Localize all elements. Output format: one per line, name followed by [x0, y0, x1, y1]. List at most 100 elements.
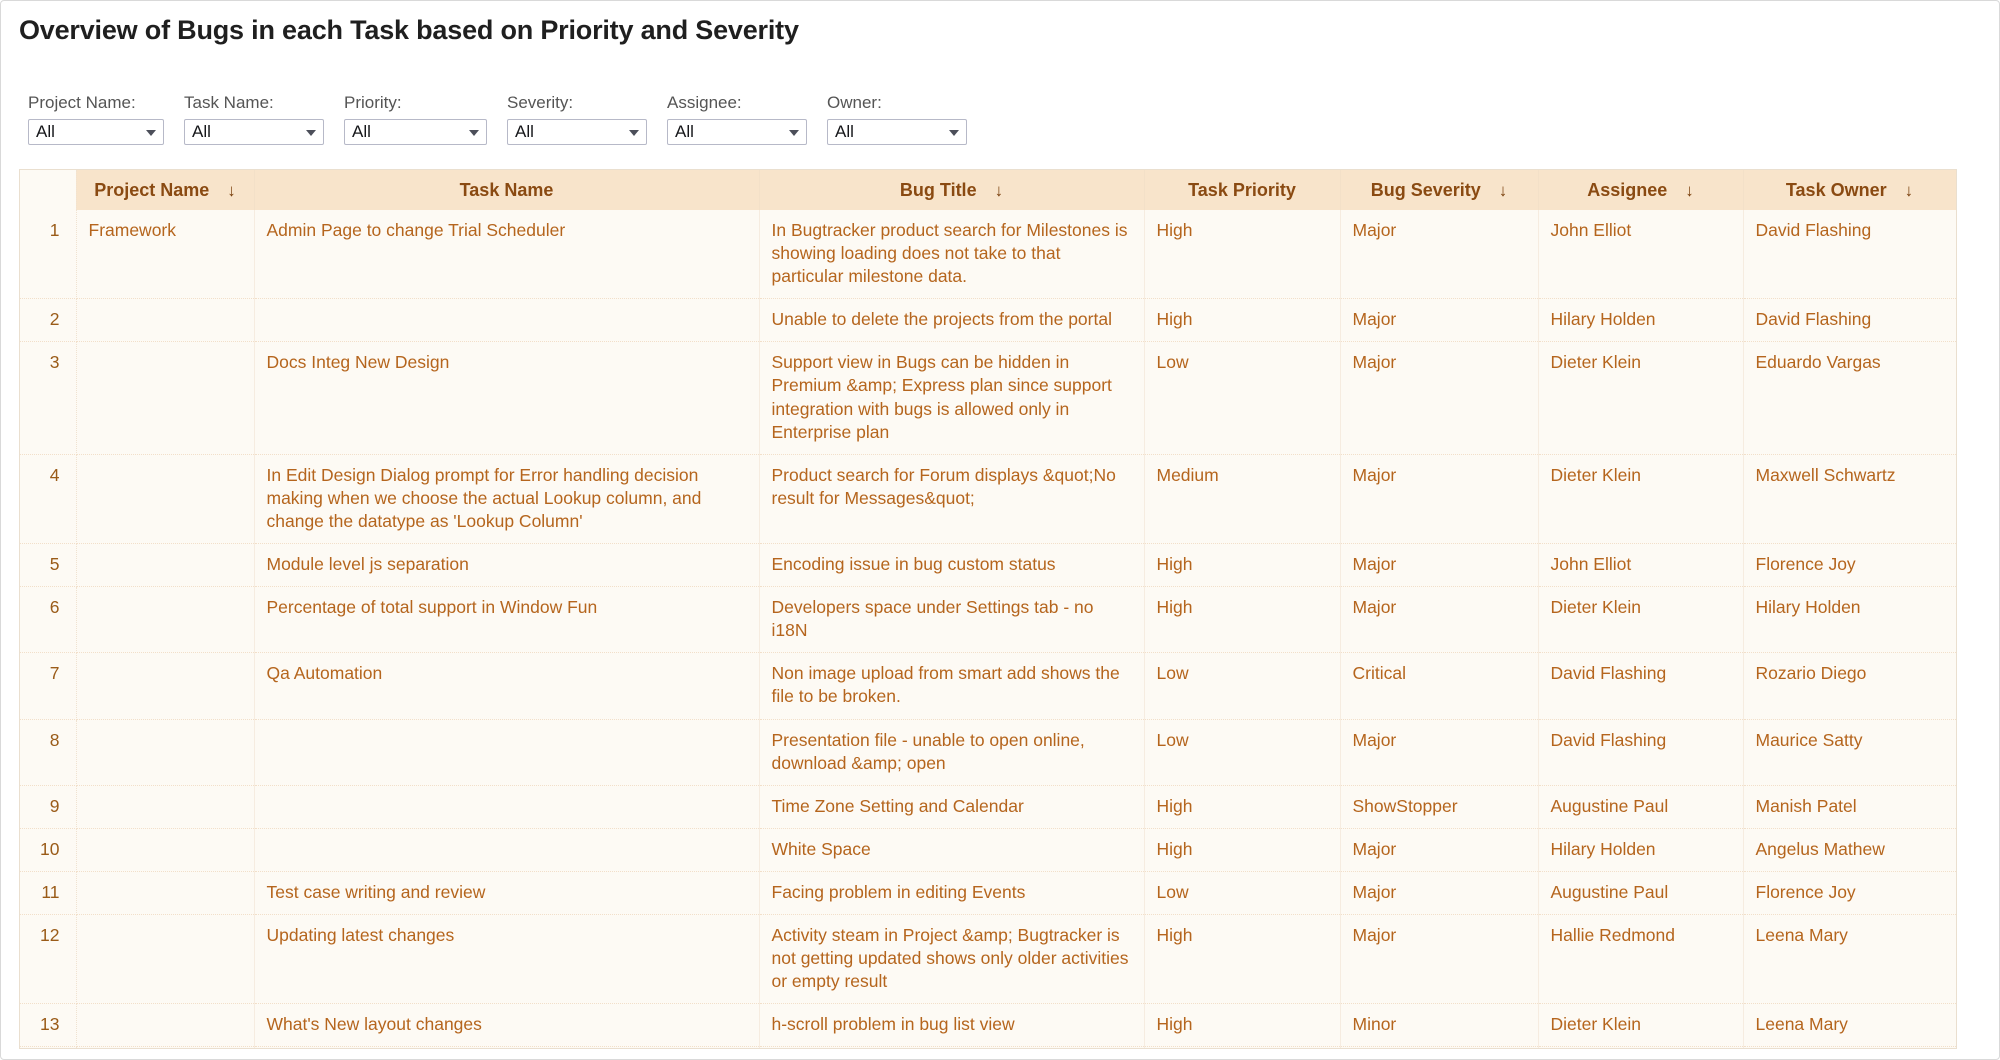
- column-header-label: Task Owner: [1786, 180, 1887, 201]
- filter-task-name: Task Name:All: [184, 93, 324, 145]
- column-header-task_owner[interactable]: Task Owner ↓: [1743, 170, 1956, 210]
- filter-label-assignee: Assignee:: [667, 93, 742, 113]
- filter-severity: Severity: All: [507, 93, 647, 145]
- cell-bug_severity: Major: [1340, 828, 1538, 871]
- cell-task_owner: Rozario Diego: [1743, 653, 1956, 719]
- cell-index: 6: [20, 587, 76, 653]
- filter-select-severity[interactable]: All: [507, 119, 647, 145]
- cell-assignee: Dieter Klein: [1538, 1004, 1743, 1047]
- column-header-bug_title[interactable]: Bug Title↓: [759, 170, 1144, 210]
- table-header: Project Name ↓ Task Name Bug Title↓Task Pri…: [20, 170, 1956, 210]
- bug-table-container[interactable]: Project Name ↓ Task Name Bug Title↓Task Pri…: [19, 169, 1957, 1049]
- cell-task_priority: Low: [1144, 719, 1340, 785]
- column-header-assignee[interactable]: Assignee↓: [1538, 170, 1743, 210]
- cell-task_name: [254, 785, 759, 828]
- cell-task_name: Test case writing and review: [254, 871, 759, 914]
- cell-bug_title: Product search for Forum displays &quot;…: [759, 454, 1144, 543]
- table-row[interactable]: 12Updating latest changesActivity steam …: [20, 914, 1956, 1003]
- column-header-index: [20, 170, 76, 210]
- filter-select-priority[interactable]: All: [344, 119, 487, 145]
- cell-bug_title: Unable to reopen the task - Chrome / Win…: [759, 1047, 1144, 1049]
- sort-descending-icon[interactable]: ↓: [995, 182, 1004, 199]
- cell-project_name: [76, 871, 254, 914]
- cell-project_name: [76, 828, 254, 871]
- cell-task_name: In Edit Design Dialog prompt for Error h…: [254, 454, 759, 543]
- cell-task_owner: David Flashing: [1743, 299, 1956, 342]
- table-row[interactable]: 10White SpaceHighMajorHilary HoldenAngel…: [20, 828, 1956, 871]
- cell-bug_title: Non image upload from smart add shows th…: [759, 653, 1144, 719]
- table-row[interactable]: 3Docs Integ New DesignSupport view in Bu…: [20, 342, 1956, 454]
- table-row[interactable]: 14White LabellingUnable to reopen the ta…: [20, 1047, 1956, 1049]
- cell-bug_severity: Major: [1340, 544, 1538, 587]
- cell-index: 13: [20, 1004, 76, 1047]
- filter-value-task-name: All: [192, 121, 211, 143]
- column-header-task_name[interactable]: Task Name: [254, 170, 759, 210]
- cell-index: 10: [20, 828, 76, 871]
- bug-table: Project Name ↓ Task Name Bug Title↓Task Pri…: [20, 170, 1957, 1049]
- table-row[interactable]: 13What's New layout changesh-scroll prob…: [20, 1004, 1956, 1047]
- cell-bug_severity: Major: [1340, 719, 1538, 785]
- filter-assignee: Assignee: All: [667, 93, 807, 145]
- cell-task_owner: Jason Gross: [1743, 1047, 1956, 1049]
- sort-descending-icon[interactable]: ↓: [1905, 182, 1914, 199]
- cell-task_owner: Angelus Mathew: [1743, 828, 1956, 871]
- filter-select-project-name[interactable]: All: [28, 119, 164, 145]
- cell-project_name: [76, 299, 254, 342]
- cell-project_name: [76, 587, 254, 653]
- column-header-label: Task Name: [460, 180, 554, 201]
- table-row[interactable]: 4 In Edit Design Dialog prompt for Error …: [20, 454, 1956, 543]
- cell-index: 8: [20, 719, 76, 785]
- cell-bug_severity: Major: [1340, 871, 1538, 914]
- cell-bug_severity: Minor: [1340, 1004, 1538, 1047]
- table-row[interactable]: 2 Unable to delete the projects from the …: [20, 299, 1956, 342]
- cell-task_priority: High: [1144, 828, 1340, 871]
- column-header-bug_severity[interactable]: Bug Severity ↓: [1340, 170, 1538, 210]
- cell-task_name: Admin Page to change Trial Scheduler: [254, 210, 759, 299]
- cell-bug_title: h-scroll problem in bug list view: [759, 1004, 1144, 1047]
- filter-select-owner[interactable]: All: [827, 119, 967, 145]
- cell-assignee: Dieter Klein: [1538, 342, 1743, 454]
- column-header-label: Project Name: [94, 180, 209, 201]
- cell-index: 3: [20, 342, 76, 454]
- cell-index: 2: [20, 299, 76, 342]
- column-header-task_priority[interactable]: Task Priority: [1144, 170, 1340, 210]
- cell-bug_title: Activity steam in Project &amp; Bugtrack…: [759, 914, 1144, 1003]
- cell-task_owner: Leena Mary: [1743, 1004, 1956, 1047]
- table-row[interactable]: 8Presentation file - unable to open onli…: [20, 719, 1956, 785]
- filter-label-project-name: Project Name:: [28, 93, 136, 113]
- filter-select-assignee[interactable]: All: [667, 119, 807, 145]
- chevron-down-icon: [629, 130, 639, 136]
- table-row[interactable]: 7Qa AutomationNon image upload from smar…: [20, 653, 1956, 719]
- table-row[interactable]: 5Module level js separationEncoding issu…: [20, 544, 1956, 587]
- column-header-label: Bug Severity: [1371, 180, 1481, 201]
- cell-bug_severity: Major: [1340, 1047, 1538, 1049]
- cell-task_name: Docs Integ New Design: [254, 342, 759, 454]
- cell-project_name: [76, 1004, 254, 1047]
- cell-index: 5: [20, 544, 76, 587]
- cell-index: 14: [20, 1047, 76, 1049]
- cell-project_name: [76, 653, 254, 719]
- cell-assignee: Dieter Klein: [1538, 587, 1743, 653]
- chevron-down-icon: [306, 130, 316, 136]
- filter-label-severity: Severity:: [507, 93, 573, 113]
- sort-descending-icon[interactable]: ↓: [1499, 182, 1508, 199]
- table-row[interactable]: 11Test case writing and reviewFacing pro…: [20, 871, 1956, 914]
- cell-bug_title: Developers space under Settings tab - no…: [759, 587, 1144, 653]
- table-row[interactable]: 1FrameworkAdmin Page to change Trial Sch…: [20, 210, 1956, 299]
- cell-bug_severity: Major: [1340, 299, 1538, 342]
- table-row[interactable]: 6Percentage of total support in Window F…: [20, 587, 1956, 653]
- cell-project_name: [76, 785, 254, 828]
- cell-bug_severity: Major: [1340, 914, 1538, 1003]
- cell-bug_title: Unable to delete the projects from the p…: [759, 299, 1144, 342]
- cell-task_priority: High: [1144, 587, 1340, 653]
- column-header-project_name[interactable]: Project Name ↓: [76, 170, 254, 210]
- cell-task_name: [254, 719, 759, 785]
- table-row[interactable]: 9Time Zone Setting and CalendarHighShowS…: [20, 785, 1956, 828]
- filter-select-task-name[interactable]: All: [184, 119, 324, 145]
- sort-descending-icon[interactable]: ↓: [1685, 182, 1694, 199]
- report-page: Overview of Bugs in each Task based on P…: [0, 0, 2000, 1060]
- sort-descending-icon[interactable]: ↓: [227, 182, 236, 199]
- cell-index: 4: [20, 454, 76, 543]
- filter-label-priority: Priority:: [344, 93, 402, 113]
- cell-task_name: Qa Automation: [254, 653, 759, 719]
